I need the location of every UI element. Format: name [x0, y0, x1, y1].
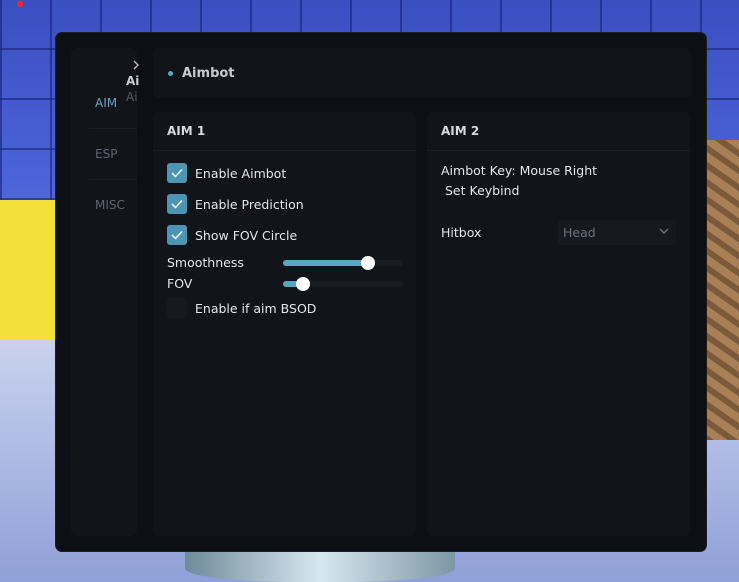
aim1-panel: AIM 1 Enable Aimbot Enable Prediction Sh…	[153, 112, 416, 536]
checkbox-label: Enable if aim BSOD	[195, 300, 317, 316]
slider-track[interactable]	[283, 256, 403, 270]
sidebar-item-label: AIM	[95, 96, 118, 110]
slider-label: Smoothness	[167, 255, 244, 270]
checkbox-label: Show FOV Circle	[195, 227, 298, 243]
checkmark-icon	[171, 199, 183, 209]
checkbox-label: Enable Prediction	[195, 196, 304, 212]
slider-handle[interactable]	[361, 256, 376, 270]
collapsed-item-subtitle: Ai	[126, 90, 138, 104]
background-pedestal	[185, 548, 455, 582]
aim2-panel: AIM 2 Aimbot Key: Mouse Right Set Keybin…	[427, 112, 690, 536]
enable-if-aim-bsod-checkbox[interactable]: Enable if aim BSOD	[167, 298, 316, 318]
sidebar-item-esp[interactable]: ESP	[71, 129, 137, 179]
page-header: Aimbot	[153, 48, 691, 98]
sidebar: AIM ESP MISC	[71, 48, 137, 536]
aim1-title: AIM 1	[153, 112, 416, 151]
aimbot-key-label: Aimbot Key: Mouse Right	[441, 163, 598, 178]
smoothness-slider: Smoothness	[167, 255, 403, 271]
checkbox-box[interactable]	[167, 225, 187, 245]
sidebar-item-label: ESP	[95, 147, 118, 161]
checkbox-box[interactable]	[167, 298, 187, 318]
sidebar-item-misc[interactable]: MISC	[71, 180, 137, 230]
hitbox-label: Hitbox	[441, 225, 482, 240]
hitbox-select[interactable]: Head	[558, 220, 676, 245]
page-title: Aimbot	[182, 65, 235, 81]
slider-handle[interactable]	[296, 277, 311, 291]
slider-label: FOV	[167, 276, 193, 291]
set-keybind-button[interactable]: Set Keybind	[441, 183, 523, 203]
checkbox-box[interactable]	[167, 163, 187, 183]
enable-aimbot-checkbox[interactable]: Enable Aimbot	[167, 163, 286, 183]
checkmark-icon	[171, 230, 183, 240]
checkmark-icon	[171, 168, 183, 178]
chevron-right-icon[interactable]	[129, 59, 143, 73]
checkbox-box[interactable]	[167, 194, 187, 214]
status-dot-icon	[168, 70, 173, 76]
aim2-title: AIM 2	[427, 112, 690, 151]
crosshair-dot	[17, 1, 23, 7]
enable-prediction-checkbox[interactable]: Enable Prediction	[167, 194, 304, 214]
fov-slider: FOV	[167, 276, 403, 292]
slider-fill	[283, 260, 369, 266]
slider-track[interactable]	[283, 277, 403, 291]
sidebar-item-label: MISC	[95, 198, 125, 212]
chevron-down-icon	[659, 228, 669, 234]
collapsed-item-title: Ai	[126, 74, 140, 88]
cheat-menu-window: AIM ESP MISC Ai Ai Aimbot AIM 1 Enable A…	[56, 33, 706, 551]
select-value: Head	[563, 225, 596, 240]
show-fov-circle-checkbox[interactable]: Show FOV Circle	[167, 225, 297, 245]
checkbox-label: Enable Aimbot	[195, 165, 287, 181]
